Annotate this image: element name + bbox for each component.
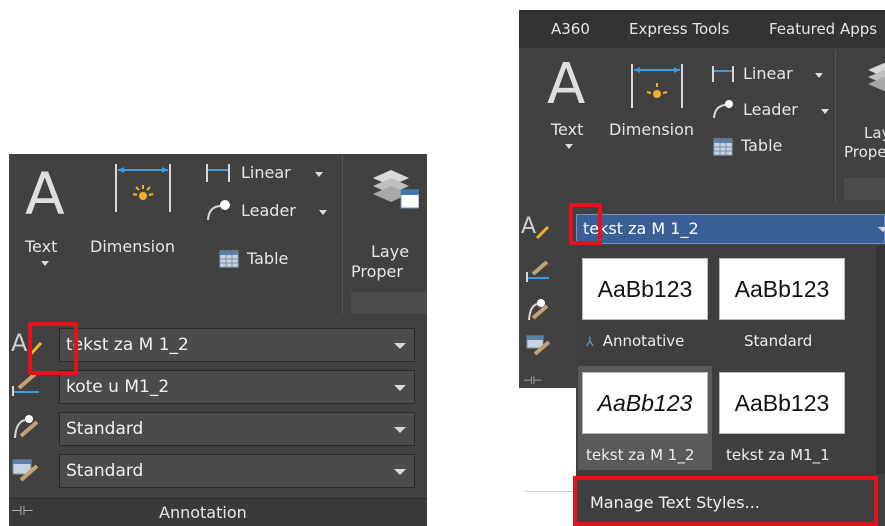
style-caption-tekst-za-m-1-2: tekst za M 1_2 — [586, 446, 695, 464]
text-button-label: Text — [25, 237, 58, 256]
linear-dimension-icon — [712, 66, 734, 82]
highlight-box — [28, 322, 78, 375]
style-sample-text: AaBb123 — [597, 276, 693, 302]
multileader-style-value: Standard — [66, 419, 144, 439]
layer-properties-button[interactable]: Laye Proper — [343, 154, 427, 284]
chevron-down-icon — [319, 210, 327, 215]
dimension-style-combo[interactable]: kote u M1_2 — [59, 370, 415, 404]
leader-icon — [713, 100, 733, 119]
leader-button[interactable]: Leader — [711, 98, 841, 124]
style-sample-text: AaBb123 — [734, 390, 830, 416]
dimension-style-icon — [11, 370, 51, 404]
dimension-button[interactable]: Dimension — [609, 50, 709, 200]
chevron-down-icon — [878, 227, 885, 232]
leader-button[interactable]: Leader — [205, 198, 335, 226]
dimension-icon — [631, 64, 683, 108]
text-a-icon: A — [547, 52, 586, 117]
chevron-down-icon — [315, 172, 323, 177]
style-caption-text: Annotative — [602, 332, 685, 350]
leader-label: Leader — [743, 100, 798, 119]
layer-properties-section: Laye Proper — [342, 154, 427, 314]
divider — [524, 491, 576, 492]
text-button-label: Text — [551, 120, 584, 139]
layer-properties-strip — [351, 292, 427, 314]
style-caption-tekst-za-m1-1: tekst za M1_1 — [726, 446, 830, 464]
text-style-value: tekst za M 1_2 — [66, 335, 189, 355]
text-button[interactable]: A Text — [539, 50, 609, 200]
linear-button[interactable]: Linear — [711, 62, 841, 88]
layer-properties-icon — [373, 170, 419, 209]
highlight-box — [569, 203, 602, 245]
pin-icon[interactable]: ⊣⊢ — [523, 374, 542, 387]
table-style-icon — [11, 454, 51, 488]
table-style-value: Standard — [66, 461, 144, 481]
leader-label: Leader — [241, 201, 296, 220]
layer-properties-strip — [844, 178, 885, 200]
dimension-button-label: Dimension — [609, 120, 695, 139]
linear-dimension-icon — [206, 164, 230, 182]
chevron-down-icon — [821, 109, 829, 114]
text-button[interactable]: A Text — [9, 154, 85, 314]
dimension-icon — [115, 164, 171, 212]
leader-icon — [207, 200, 230, 221]
style-sample-text: AaBb123 — [597, 390, 693, 416]
style-swatch-standard[interactable]: AaBb123 — [719, 258, 845, 320]
style-sample-text: AaBb123 — [734, 276, 830, 302]
chevron-down-icon — [815, 73, 823, 78]
chevron-down-icon — [565, 144, 573, 149]
pin-icon[interactable]: ⊣⊢ — [11, 504, 34, 519]
gallery-scrollbar[interactable] — [876, 246, 885, 474]
chevron-down-icon — [41, 261, 49, 266]
layer-properties-label-2: Prope — [844, 143, 885, 161]
multileader-style-icon — [525, 296, 551, 326]
tab-featured-apps[interactable]: Featured Apps — [769, 20, 877, 38]
table-button[interactable]: Table — [219, 246, 319, 274]
linear-label: Linear — [743, 64, 793, 83]
text-style-combo[interactable]: tekst za M 1_2 — [59, 328, 415, 362]
chevron-down-icon — [394, 385, 406, 391]
dimension-button-label: Dimension — [90, 237, 176, 256]
dimension-style-icon — [525, 258, 551, 288]
table-icon — [713, 138, 733, 156]
layer-properties-label-2: Proper — [351, 262, 403, 281]
multileader-style-combo[interactable]: Standard — [59, 412, 415, 446]
table-label: Table — [741, 136, 783, 155]
table-icon — [219, 250, 239, 268]
dimension-button[interactable]: Dimension — [88, 154, 198, 314]
chevron-down-icon — [394, 469, 406, 475]
tab-a360[interactable]: A360 — [551, 20, 590, 38]
linear-label: Linear — [241, 163, 291, 182]
highlight-box — [573, 476, 878, 526]
tab-express-tools[interactable]: Express Tools — [629, 20, 729, 38]
chevron-down-icon — [394, 427, 406, 433]
multileader-style-icon — [11, 412, 51, 446]
chevron-down-icon — [394, 343, 406, 349]
style-caption-annotative: ⅄ Annotative — [586, 332, 684, 350]
style-swatch-annotative[interactable]: AaBb123 — [582, 258, 708, 320]
panel-title: Annotation — [159, 503, 247, 522]
table-style-icon — [525, 332, 551, 362]
layer-properties-section: Lay Prope — [835, 50, 885, 202]
table-button[interactable]: Table — [713, 134, 813, 160]
panel-footer[interactable]: ⊣⊢ Annotation — [9, 498, 427, 526]
style-swatch-tekst-za-m1-1[interactable]: AaBb123 — [719, 372, 845, 434]
ribbon-tab-bar: A360 Express Tools Featured Apps — [519, 10, 885, 48]
annotative-icon: ⅄ — [586, 335, 594, 350]
layer-properties-label-1: Lay — [864, 124, 885, 142]
linear-button[interactable]: Linear — [205, 160, 335, 188]
style-swatch-tekst-za-m-1-2[interactable]: AaBb123 — [582, 372, 708, 434]
text-style-combo[interactable]: tekst za M 1_2 — [576, 214, 885, 244]
dimension-style-value: kote u M1_2 — [66, 377, 170, 397]
text-style-icon: A — [521, 214, 557, 244]
text-a-icon: A — [25, 160, 65, 228]
table-label: Table — [247, 249, 289, 268]
style-caption-standard: Standard — [744, 332, 813, 350]
table-style-combo[interactable]: Standard — [59, 454, 415, 488]
layer-properties-label-1: Laye — [371, 242, 410, 261]
layer-properties-icon — [868, 63, 885, 91]
